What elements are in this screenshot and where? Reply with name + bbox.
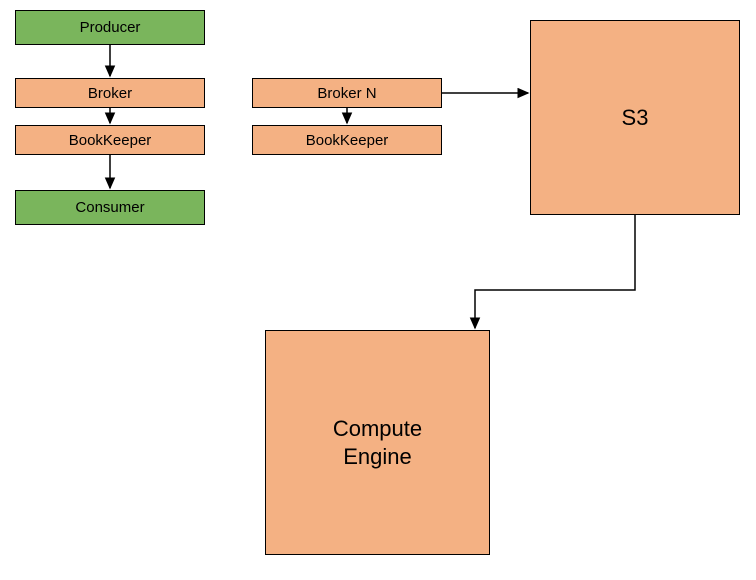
node-broker: Broker [15,78,205,108]
node-broker-n-label: Broker N [317,85,376,102]
node-bookkeeper-label: BookKeeper [69,132,152,149]
node-producer: Producer [15,10,205,45]
node-s3: S3 [530,20,740,215]
node-producer-label: Producer [80,19,141,36]
node-compute-engine: Compute Engine [265,330,490,555]
node-consumer: Consumer [15,190,205,225]
node-bookkeeper-n-label: BookKeeper [306,132,389,149]
node-bookkeeper-n: BookKeeper [252,125,442,155]
node-broker-label: Broker [88,85,132,102]
node-s3-label: S3 [622,105,649,131]
node-consumer-label: Consumer [75,199,144,216]
node-bookkeeper: BookKeeper [15,125,205,155]
node-compute-engine-label: Compute Engine [333,415,422,470]
node-broker-n: Broker N [252,78,442,108]
arrow-s3-to-compute [475,215,635,328]
